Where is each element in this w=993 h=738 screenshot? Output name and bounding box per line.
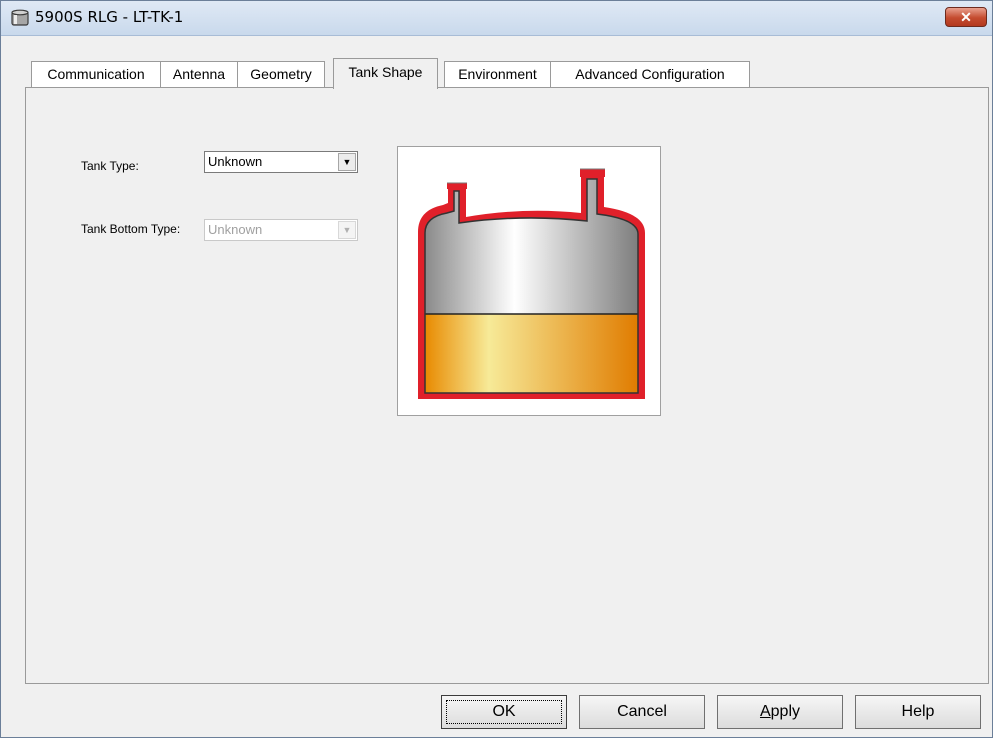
tank-illustration-frame [397,146,661,416]
tank-type-value: Unknown [208,154,263,169]
chevron-down-icon[interactable]: ▼ [338,153,356,171]
chevron-down-icon: ▼ [338,221,356,239]
window-title: 5900S RLG - LT-TK-1 [35,8,184,26]
tab-label: Tank Shape [348,64,423,80]
cancel-button-label: Cancel [617,703,667,720]
apply-mnemonic: A [759,703,771,720]
title-bar: 5900S RLG - LT-TK-1 ✕ [1,1,992,36]
tank-cylinder-icon [11,9,29,26]
tab-label: Environment [458,66,537,82]
tab-label: Antenna [172,66,226,82]
ok-button[interactable]: OK [441,695,567,729]
tab-antenna[interactable]: Antenna [160,61,238,87]
tank-bottom-type-select[interactable]: Unknown ▼ [204,219,358,241]
tank-illustration [418,168,645,399]
focus-rectangle [446,700,562,724]
help-button-label: Help [901,703,935,720]
cancel-button[interactable]: Cancel [579,695,705,729]
tank-bottom-type-label: Tank Bottom Type: [81,222,181,236]
tank-liquid [425,314,638,393]
tab-communication[interactable]: Communication [31,61,161,87]
tab-label: Geometry [250,66,312,82]
tab-tank-shape[interactable]: Tank Shape [333,58,438,89]
apply-button-label: pply [770,703,801,720]
close-icon: ✕ [960,9,972,25]
tab-label: Advanced Configuration [575,66,725,82]
dialog-window: 5900S RLG - LT-TK-1 ✕ Communication Ante… [0,0,993,738]
tank-type-label: Tank Type: [81,159,139,173]
tab-advanced-configuration[interactable]: Advanced Configuration [550,61,750,87]
tab-geometry[interactable]: Geometry [237,61,325,87]
apply-button[interactable]: Apply [717,695,843,729]
close-button[interactable]: ✕ [945,7,987,27]
tank-type-select[interactable]: Unknown ▼ [204,151,358,173]
help-button[interactable]: Help [855,695,981,729]
tab-environment[interactable]: Environment [444,61,551,87]
tank-bottom-type-value: Unknown [208,222,263,237]
tab-label: Communication [47,66,145,82]
